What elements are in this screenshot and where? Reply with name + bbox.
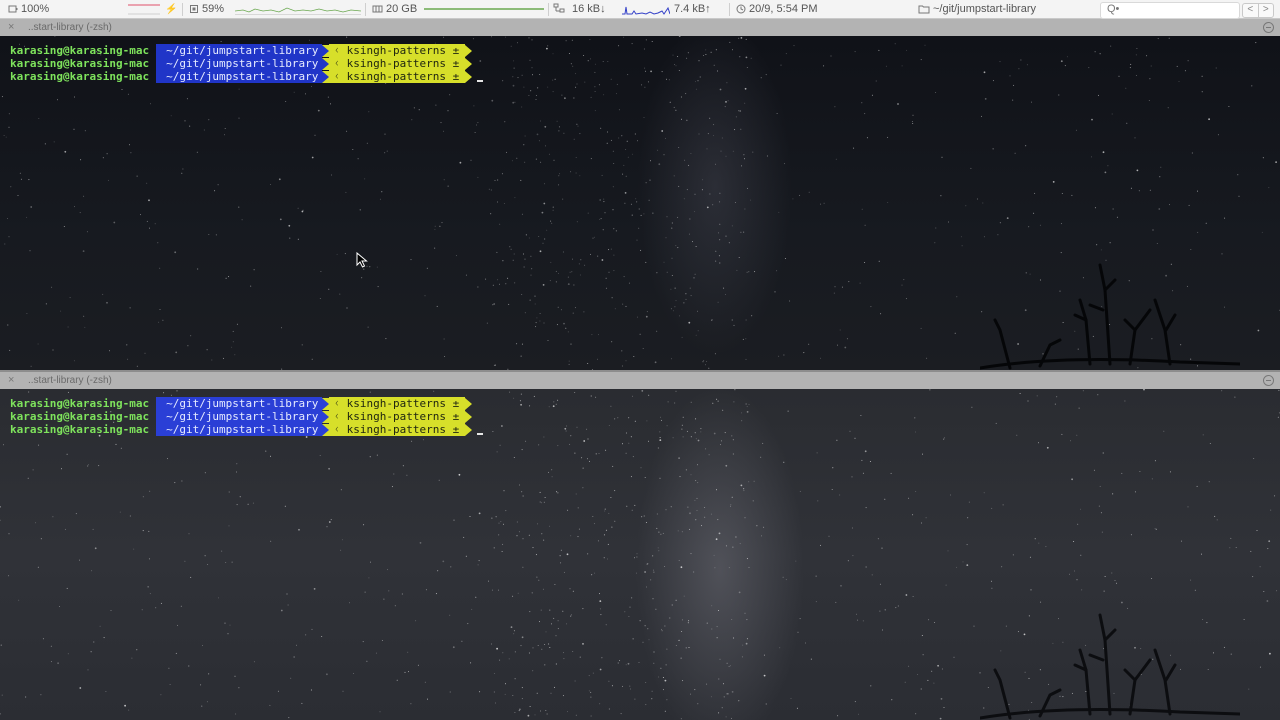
prompt-directory: ~/git/jumpstart-library [156,423,323,436]
prompt-separator [322,70,330,83]
prompt-separator [322,57,330,70]
maximize-icon[interactable] [1263,22,1274,33]
charging-icon: ⚡ [165,4,178,15]
prompt-separator [322,44,330,57]
path-value: ~/git/jumpstart-library [933,3,1037,15]
back-button[interactable]: < [1243,4,1259,17]
cpu-icon [190,5,198,13]
network-icon [553,3,565,13]
background-wallpaper [0,36,1280,370]
mouse-pointer-icon [356,252,368,268]
prompt-line: karasing@karasing-mac ~/git/jumpstart-lib… [0,410,473,423]
prompt-line: karasing@karasing-mac ~/git/jumpstart-lib… [0,397,473,410]
battery-bar [128,2,160,16]
prompt-user: karasing@karasing-mac [10,57,150,70]
prompt-separator [465,57,473,70]
prompt-directory: ~/git/jumpstart-library [156,397,323,410]
network-down-value: 16 kB↓ [572,3,606,15]
memory-status[interactable]: 20 GB [372,3,417,16]
prompt-git-branch: ᚲ ksingh-patterns ± [329,423,466,436]
network-status[interactable]: 16 kB↓ [553,3,606,16]
nav-buttons: < > [1242,3,1274,18]
current-path[interactable]: ~/git/jumpstart-library [918,3,1036,16]
maximize-icon[interactable] [1263,375,1274,386]
prompt-user: karasing@karasing-mac [10,423,150,436]
prompt-separator [465,70,473,83]
cpu-graph [234,2,362,16]
prompt-separator [465,397,473,410]
text-cursor [477,79,484,82]
prompt-directory: ~/git/jumpstart-library [156,57,323,70]
battery-icon [8,5,18,13]
pane-header: × ..start-library (-zsh) [0,19,1280,36]
battery-status[interactable]: 100% [8,3,49,16]
text-cursor [477,432,484,435]
pane-header: × ..start-library (-zsh) [0,372,1280,389]
background-wallpaper [0,389,1280,720]
prompt-user: karasing@karasing-mac [10,397,150,410]
prompt-separator [322,410,330,423]
folder-icon [918,5,930,14]
prompt-user: karasing@karasing-mac [10,410,150,423]
network-up-value: 7.4 kB↑ [674,3,711,15]
memory-value: 20 GB [386,3,418,15]
tree-silhouette [980,613,1240,720]
prompt-git-branch: ᚲ ksingh-patterns ± [329,397,466,410]
cpu-status[interactable]: 59% [189,3,224,16]
prompt-line: karasing@karasing-mac ~/git/jumpstart-lib… [0,70,484,83]
datetime-value: 20/9, 5:54 PM [749,3,818,15]
terminal-pane-top[interactable]: × ..start-library (-zsh) karasing@karasi… [0,19,1280,370]
clock[interactable]: 20/9, 5:54 PM [736,3,818,16]
prompt-git-branch: ᚲ ksingh-patterns ± [329,410,466,423]
prompt-separator [322,423,330,436]
prompt-line: karasing@karasing-mac ~/git/jumpstart-lib… [0,44,473,57]
memory-icon [372,5,383,13]
battery-value: 100% [21,3,50,15]
search-input[interactable]: Q• [1100,2,1240,19]
tree-silhouette [980,263,1240,370]
prompt-line: karasing@karasing-mac ~/git/jumpstart-lib… [0,423,484,436]
pane-title: ..start-library (-zsh) [28,22,112,33]
prompt-git-branch: ᚲ ksingh-patterns ± [329,44,466,57]
close-icon[interactable]: × [8,374,14,386]
prompt-directory: ~/git/jumpstart-library [156,410,323,423]
terminal-pane-bottom[interactable]: × ..start-library (-zsh) karasing@karasi… [0,372,1280,720]
prompt-directory: ~/git/jumpstart-library [156,70,323,83]
status-bar: 100% ⚡ 59% 20 GB 16 kB↓ 7.4 kB↑ 20/9, 5:… [0,0,1280,19]
search-icon: Q• [1107,3,1120,15]
pane-title: ..start-library (-zsh) [28,375,112,386]
clock-icon [736,4,746,14]
network-graph [622,2,671,16]
cpu-value: 59% [202,3,225,15]
forward-button[interactable]: > [1259,4,1274,17]
memory-bar [424,2,544,16]
prompt-separator [465,44,473,57]
close-icon[interactable]: × [8,21,14,33]
prompt-git-branch: ᚲ ksingh-patterns ± [329,70,466,83]
prompt-separator [322,397,330,410]
prompt-line: karasing@karasing-mac ~/git/jumpstart-lib… [0,57,473,70]
prompt-separator [465,410,473,423]
prompt-separator [465,423,473,436]
prompt-directory: ~/git/jumpstart-library [156,44,323,57]
prompt-user: karasing@karasing-mac [10,70,150,83]
prompt-git-branch: ᚲ ksingh-patterns ± [329,57,466,70]
prompt-user: karasing@karasing-mac [10,44,150,57]
